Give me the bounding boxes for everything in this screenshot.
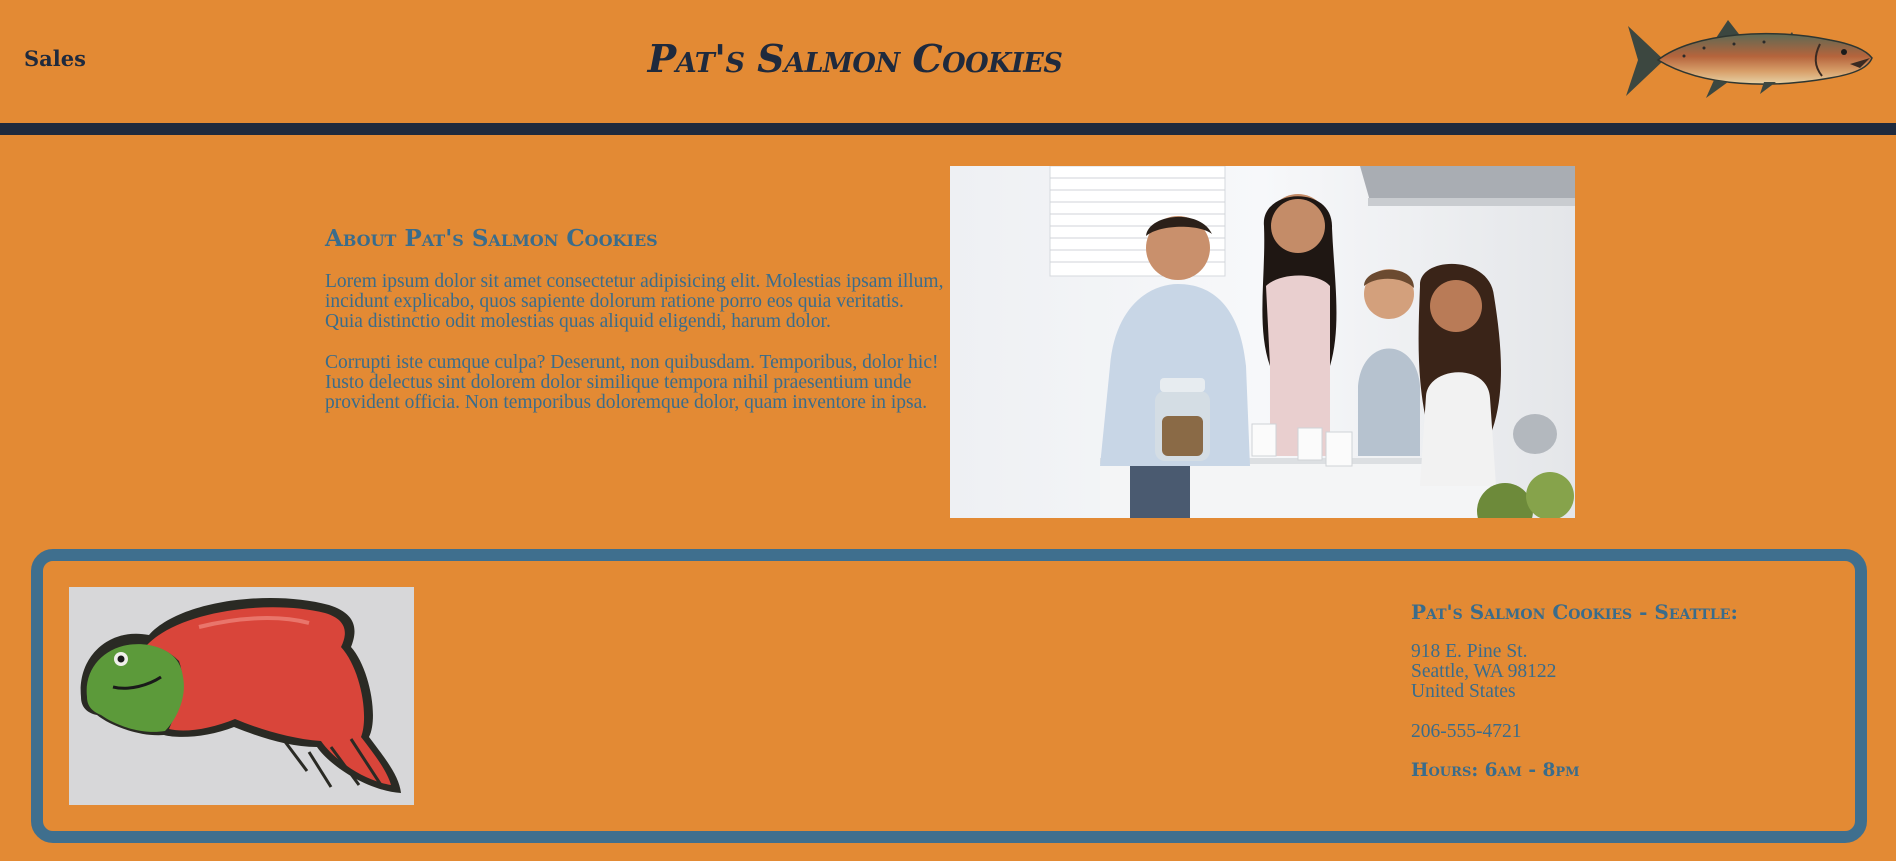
address-city: Seattle, WA 98122: [1411, 661, 1557, 682]
about-section: About Pat's Salmon Cookies Lorem ipsum d…: [325, 225, 945, 434]
header-divider: [0, 123, 1896, 135]
phone-number: 206-555-4721: [1411, 721, 1522, 742]
site-title: Pat's Salmon Cookies: [647, 36, 1063, 81]
site-header: Sales Pat's Salmon Cookies: [0, 0, 1896, 123]
address-country: United States: [1411, 681, 1516, 702]
about-paragraph: Corrupti iste cumque culpa? Deserunt, no…: [325, 352, 939, 413]
location-info: Pat's Salmon Cookies - Seattle: 918 E. P…: [1411, 600, 1851, 781]
store-hours: Hours: 6am - 8pm: [1411, 760, 1580, 781]
family-with-cookies-photo: [950, 166, 1575, 518]
salmon-fish-icon: [1626, 20, 1873, 98]
salmon-cookie-photo: [69, 587, 414, 805]
location-heading: Pat's Salmon Cookies - Seattle:: [1411, 600, 1738, 624]
about-heading: About Pat's Salmon Cookies: [325, 225, 658, 252]
address-street: 918 E. Pine St.: [1411, 641, 1528, 662]
about-paragraph: Lorem ipsum dolor sit amet consectetur a…: [325, 271, 944, 332]
